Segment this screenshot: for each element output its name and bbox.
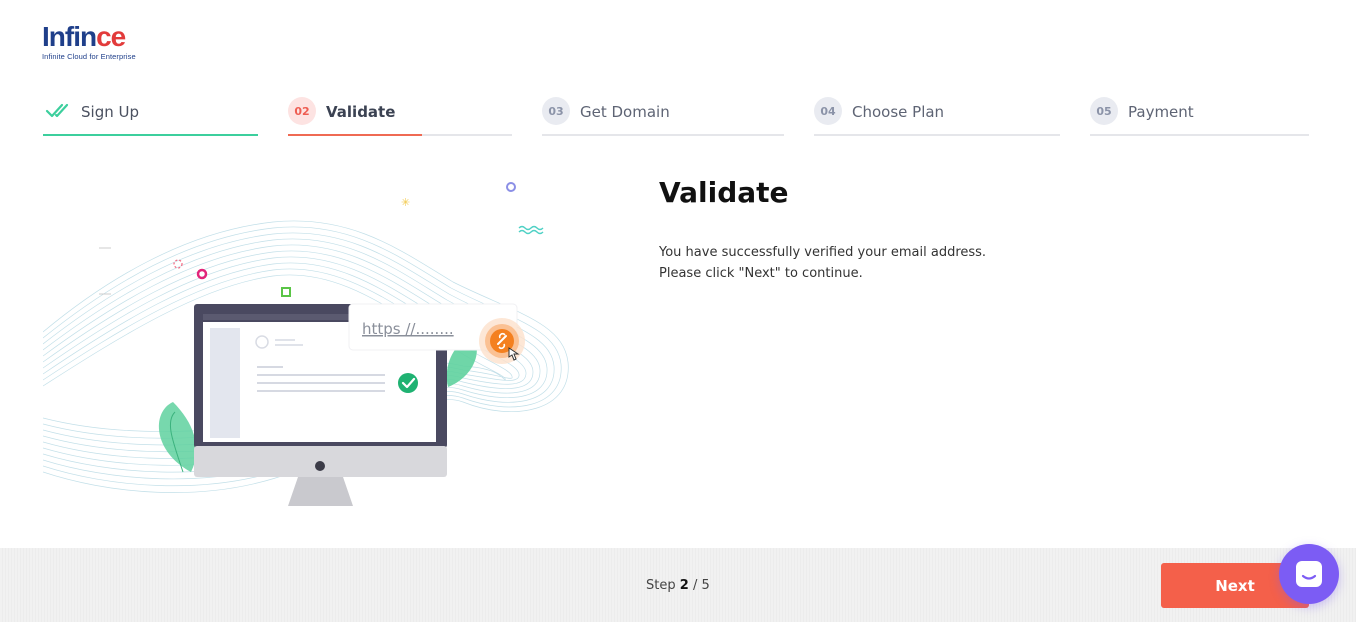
message-line-1: You have successfully verified your emai…: [659, 245, 987, 260]
brand-tagline: Infinite Cloud for Enterprise: [42, 52, 136, 61]
step-label: Payment: [1128, 103, 1194, 121]
footer-bar: Step 2 / 5 Next: [0, 548, 1356, 622]
brand-logo[interactable]: Infince Infinite Cloud for Enterprise: [42, 22, 162, 66]
step-get-domain[interactable]: 03 Get Domain: [542, 96, 784, 136]
double-check-icon: [45, 103, 69, 118]
svg-text:✳: ✳: [401, 196, 410, 209]
step-counter: Step 2 / 5: [646, 578, 710, 593]
url-placeholder-text: https //........: [362, 320, 454, 338]
chat-bubble-icon: [1296, 561, 1322, 587]
page-title: Validate: [659, 176, 789, 209]
step-sign-up[interactable]: Sign Up: [43, 96, 258, 136]
message-line-2: Please click "Next" to continue.: [659, 266, 863, 281]
step-number-badge: 02: [288, 97, 316, 125]
step-progress-bar: [288, 134, 422, 136]
validation-message: You have successfully verified your emai…: [659, 242, 986, 284]
step-label: Choose Plan: [852, 103, 945, 121]
step-number-badge: 05: [1090, 97, 1118, 125]
step-label: Validate: [326, 103, 396, 121]
chat-launcher-button[interactable]: [1279, 544, 1339, 604]
email-verified-illustration: ✳ https //........: [43, 182, 569, 506]
step-label: Get Domain: [580, 103, 670, 121]
step-choose-plan[interactable]: 04 Choose Plan: [814, 96, 1060, 136]
step-number-badge: 04: [814, 97, 842, 125]
step-payment[interactable]: 05 Payment: [1090, 96, 1309, 136]
step-label: Sign Up: [81, 103, 139, 121]
step-validate[interactable]: 02 Validate: [288, 96, 512, 136]
brand-name: Infince: [42, 21, 126, 52]
step-number-badge: 03: [542, 97, 570, 125]
